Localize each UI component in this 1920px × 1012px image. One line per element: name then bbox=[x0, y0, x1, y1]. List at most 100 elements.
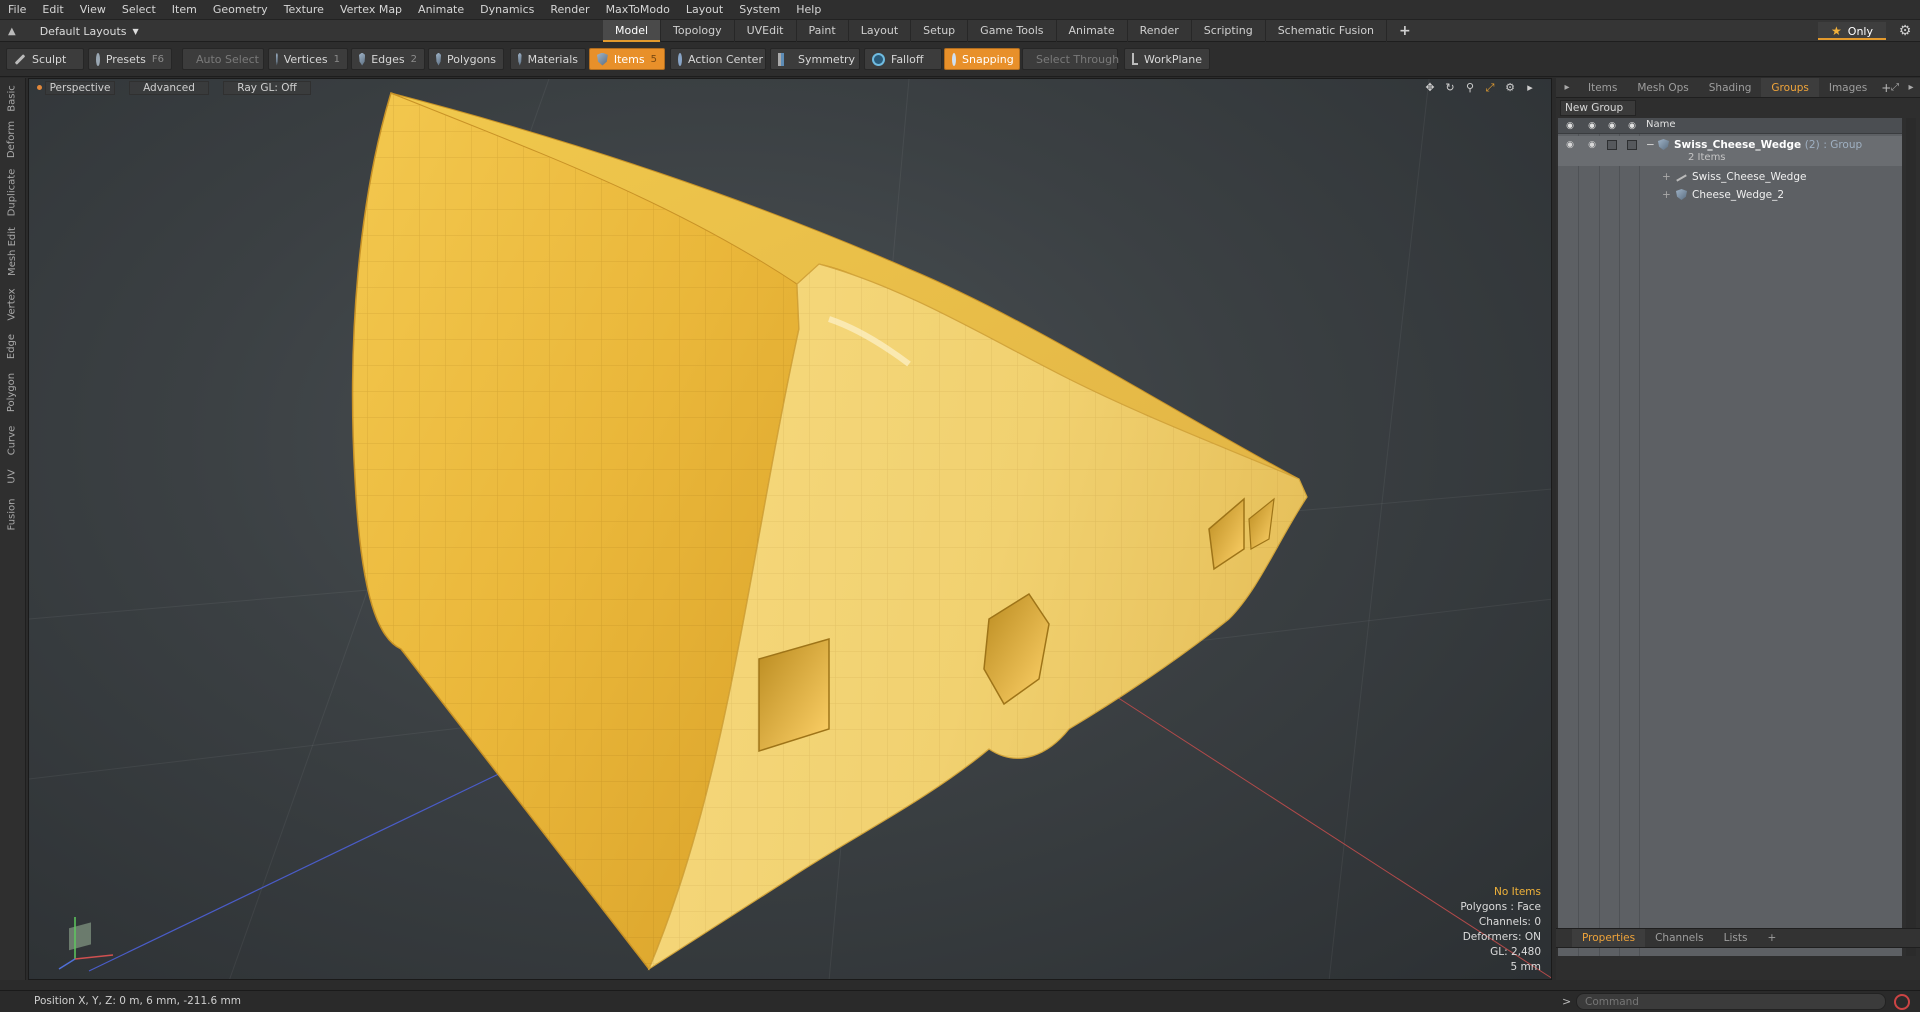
sculpt-button[interactable]: Sculpt bbox=[6, 48, 84, 70]
render-toggle-icon[interactable]: ◉ bbox=[1586, 139, 1598, 151]
menu-render[interactable]: Render bbox=[542, 0, 597, 20]
tab-shading[interactable]: Shading bbox=[1699, 78, 1762, 97]
menu-file[interactable]: File bbox=[0, 0, 34, 20]
menu-animate[interactable]: Animate bbox=[410, 0, 472, 20]
vtab-vertex-label: Vertex bbox=[6, 287, 18, 321]
presets-button[interactable]: Presets F6 bbox=[88, 48, 172, 70]
fit-icon[interactable]: ⤢ bbox=[1483, 81, 1497, 95]
menu-maxtomodo[interactable]: MaxToModo bbox=[598, 0, 678, 20]
menu-texture[interactable]: Texture bbox=[276, 0, 332, 20]
menu-layout[interactable]: Layout bbox=[678, 0, 731, 20]
group-row[interactable]: ◉ ◉ − Swiss_Cheese_Wedge (2) : Group 2 I… bbox=[1558, 136, 1902, 166]
panel-more-icon[interactable]: ▸ bbox=[1904, 81, 1918, 95]
vtab-vertex[interactable]: Vertex bbox=[2, 284, 22, 324]
polygons-label: Polygons bbox=[447, 52, 496, 66]
add-tab-button[interactable]: + bbox=[1387, 20, 1423, 42]
tab-schematic-fusion[interactable]: Schematic Fusion bbox=[1266, 20, 1388, 42]
menu-dynamics[interactable]: Dynamics bbox=[472, 0, 542, 20]
panel-menu-icon[interactable]: ▸ bbox=[1560, 81, 1574, 95]
panel-expand-icon[interactable]: ⤢ bbox=[1888, 81, 1902, 95]
tab-groups[interactable]: Groups bbox=[1761, 78, 1819, 97]
record-macro-icon[interactable] bbox=[1894, 994, 1910, 1010]
viewport-menu-icon[interactable] bbox=[37, 85, 42, 90]
menu-vertex-map[interactable]: Vertex Map bbox=[332, 0, 410, 20]
tab-animate[interactable]: Animate bbox=[1057, 20, 1128, 42]
select-toggle[interactable] bbox=[1627, 140, 1637, 150]
lock-column-icon[interactable]: ◉ bbox=[1606, 120, 1618, 132]
tab-scripting[interactable]: Scripting bbox=[1192, 20, 1266, 42]
menu-system[interactable]: System bbox=[731, 0, 788, 20]
zoom-icon[interactable]: ⚲ bbox=[1463, 81, 1477, 95]
render-column-icon[interactable]: ◉ bbox=[1586, 120, 1598, 132]
menu-view[interactable]: View bbox=[72, 0, 114, 20]
tab-uvedit[interactable]: UVEdit bbox=[735, 20, 797, 42]
scene-canvas[interactable] bbox=[29, 79, 1552, 980]
vtab-duplicate[interactable]: Duplicate bbox=[2, 166, 22, 218]
tab-lists[interactable]: Lists bbox=[1714, 929, 1758, 947]
vtab-basic[interactable]: Basic bbox=[2, 82, 22, 114]
vtab-uv[interactable]: UV bbox=[2, 464, 22, 488]
tab-items[interactable]: Items bbox=[1578, 78, 1627, 97]
new-group-button[interactable]: New Group bbox=[1560, 100, 1636, 116]
tab-game-tools[interactable]: Game Tools bbox=[968, 20, 1057, 42]
vtab-edge[interactable]: Edge bbox=[2, 330, 22, 362]
action-center-button[interactable]: Action Center bbox=[670, 48, 766, 70]
tab-properties[interactable]: Properties bbox=[1572, 929, 1646, 947]
falloff-button[interactable]: Falloff bbox=[864, 48, 942, 70]
vtab-fusion[interactable]: Fusion bbox=[2, 494, 22, 534]
tab-topology[interactable]: Topology bbox=[661, 20, 735, 42]
tab-layout[interactable]: Layout bbox=[849, 20, 912, 42]
vertices-button[interactable]: Vertices 1 bbox=[268, 48, 348, 70]
list-item[interactable]: + Swiss_Cheese_Wedge bbox=[1558, 168, 1902, 186]
auto-select-button[interactable]: Auto Select bbox=[182, 48, 264, 70]
workplane-button[interactable]: WorkPlane bbox=[1124, 48, 1210, 70]
shading-mode-button[interactable]: Advanced bbox=[129, 81, 209, 95]
only-button[interactable]: ★ Only bbox=[1818, 22, 1886, 40]
command-input[interactable] bbox=[1576, 993, 1886, 1010]
menu-item[interactable]: Item bbox=[164, 0, 205, 20]
tab-channels[interactable]: Channels bbox=[1645, 929, 1714, 947]
symmetry-button[interactable]: Symmetry bbox=[770, 48, 860, 70]
list-item[interactable]: + Cheese_Wedge_2 bbox=[1558, 186, 1902, 204]
name-column-header[interactable]: Name bbox=[1646, 119, 1676, 130]
menu-edit[interactable]: Edit bbox=[34, 0, 71, 20]
group-list-scrollbar[interactable] bbox=[1906, 118, 1916, 956]
menu-select[interactable]: Select bbox=[114, 0, 164, 20]
tab-mesh-ops[interactable]: Mesh Ops bbox=[1627, 78, 1698, 97]
visibility-column-icon[interactable]: ◉ bbox=[1564, 120, 1576, 132]
add-bottom-tab-button[interactable]: + bbox=[1757, 929, 1786, 947]
materials-button[interactable]: Materials bbox=[510, 48, 586, 70]
pan-icon[interactable]: ✥ bbox=[1423, 81, 1437, 95]
snapping-button[interactable]: Snapping bbox=[944, 48, 1020, 70]
collapse-icon[interactable]: ▲ bbox=[8, 26, 16, 37]
vtab-polygon[interactable]: Polygon bbox=[2, 368, 22, 416]
polygons-button[interactable]: Polygons bbox=[428, 48, 504, 70]
raygl-button[interactable]: Ray GL: Off bbox=[223, 81, 311, 95]
tab-paint[interactable]: Paint bbox=[797, 20, 849, 42]
gear-icon[interactable]: ⚙ bbox=[1896, 22, 1914, 40]
select-column-icon[interactable]: ◉ bbox=[1626, 120, 1638, 132]
star-icon: ★ bbox=[1831, 24, 1842, 38]
tab-render[interactable]: Render bbox=[1128, 20, 1192, 42]
tab-images[interactable]: Images bbox=[1819, 78, 1877, 97]
tab-model[interactable]: Model bbox=[603, 20, 662, 42]
layout-selector[interactable]: ▲ Default Layouts ▼ bbox=[8, 22, 139, 40]
vtab-deform[interactable]: Deform bbox=[2, 118, 22, 160]
select-through-button[interactable]: Select Through bbox=[1022, 48, 1119, 70]
rotate-icon[interactable]: ↻ bbox=[1443, 81, 1457, 95]
lock-toggle[interactable] bbox=[1607, 140, 1617, 150]
3d-viewport[interactable]: Perspective Advanced Ray GL: Off ✥ ↻ ⚲ ⤢… bbox=[28, 78, 1552, 980]
view-type-button[interactable]: Perspective bbox=[45, 81, 115, 95]
group-list[interactable]: ◉ ◉ ◉ ◉ Name ◉ ◉ − Swiss_Cheese_Wedge (2… bbox=[1558, 118, 1902, 956]
eye-icon[interactable]: ◉ bbox=[1564, 139, 1576, 151]
edges-button[interactable]: Edges 2 bbox=[351, 48, 425, 70]
viewport-settings-icon[interactable]: ⚙ bbox=[1503, 81, 1517, 95]
menu-geometry[interactable]: Geometry bbox=[205, 0, 276, 20]
vtab-mesh-edit[interactable]: Mesh Edit bbox=[2, 224, 22, 278]
viewport-more-icon[interactable]: ▸ bbox=[1523, 81, 1537, 95]
expand-arrow-icon[interactable]: − bbox=[1646, 139, 1655, 151]
tab-setup[interactable]: Setup bbox=[911, 20, 969, 42]
menu-help[interactable]: Help bbox=[788, 0, 829, 20]
vtab-curve[interactable]: Curve bbox=[2, 422, 22, 458]
items-button[interactable]: Items 5 bbox=[589, 48, 665, 70]
